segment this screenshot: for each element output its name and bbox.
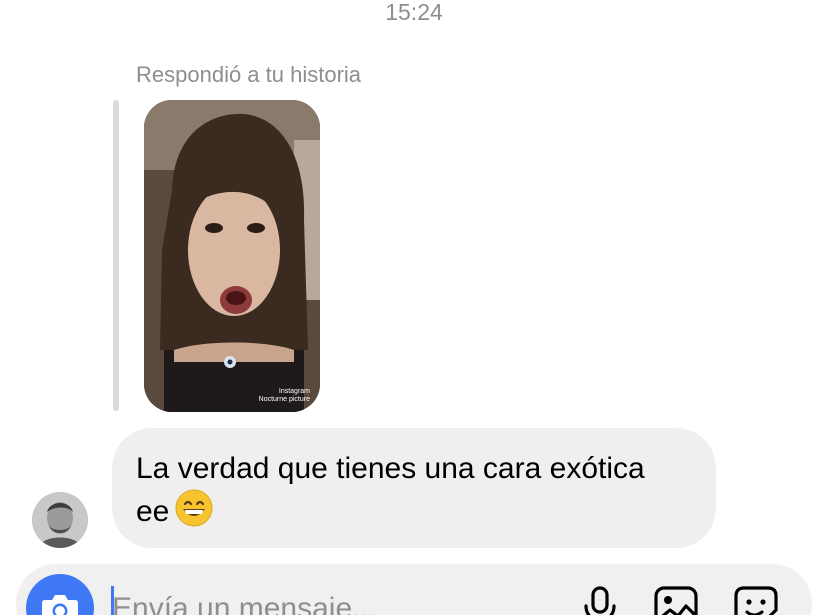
- story-thumbnail[interactable]: Instagram Nocturne picture: [144, 100, 320, 412]
- camera-icon: [42, 595, 78, 615]
- gallery-icon[interactable]: [652, 582, 700, 615]
- sticker-icon[interactable]: [732, 582, 780, 615]
- message-composer: [16, 564, 812, 615]
- message-input[interactable]: [112, 587, 532, 615]
- grinning-face-emoji-icon: [175, 489, 213, 538]
- sender-avatar[interactable]: [32, 492, 88, 548]
- avatar-photo: [32, 492, 88, 548]
- camera-button[interactable]: [26, 574, 94, 615]
- message-text-line-2: ee: [136, 495, 170, 528]
- reply-quote-bar: [113, 100, 119, 411]
- story-photo: [144, 100, 320, 412]
- story-caption: Instagram Nocturne picture: [258, 388, 310, 403]
- microphone-icon[interactable]: [576, 582, 624, 615]
- story-reply-label: Respondió a tu historia: [136, 62, 362, 87]
- dm-thread-screen: 15:24 Respondió a tu historia Instagram …: [0, 0, 828, 615]
- incoming-message-bubble[interactable]: La verdad que tienes una cara exótica ee: [112, 428, 716, 548]
- message-text-line-1: La verdad que tienes una cara exótica: [136, 452, 645, 485]
- message-timestamp: 15:24: [385, 0, 443, 25]
